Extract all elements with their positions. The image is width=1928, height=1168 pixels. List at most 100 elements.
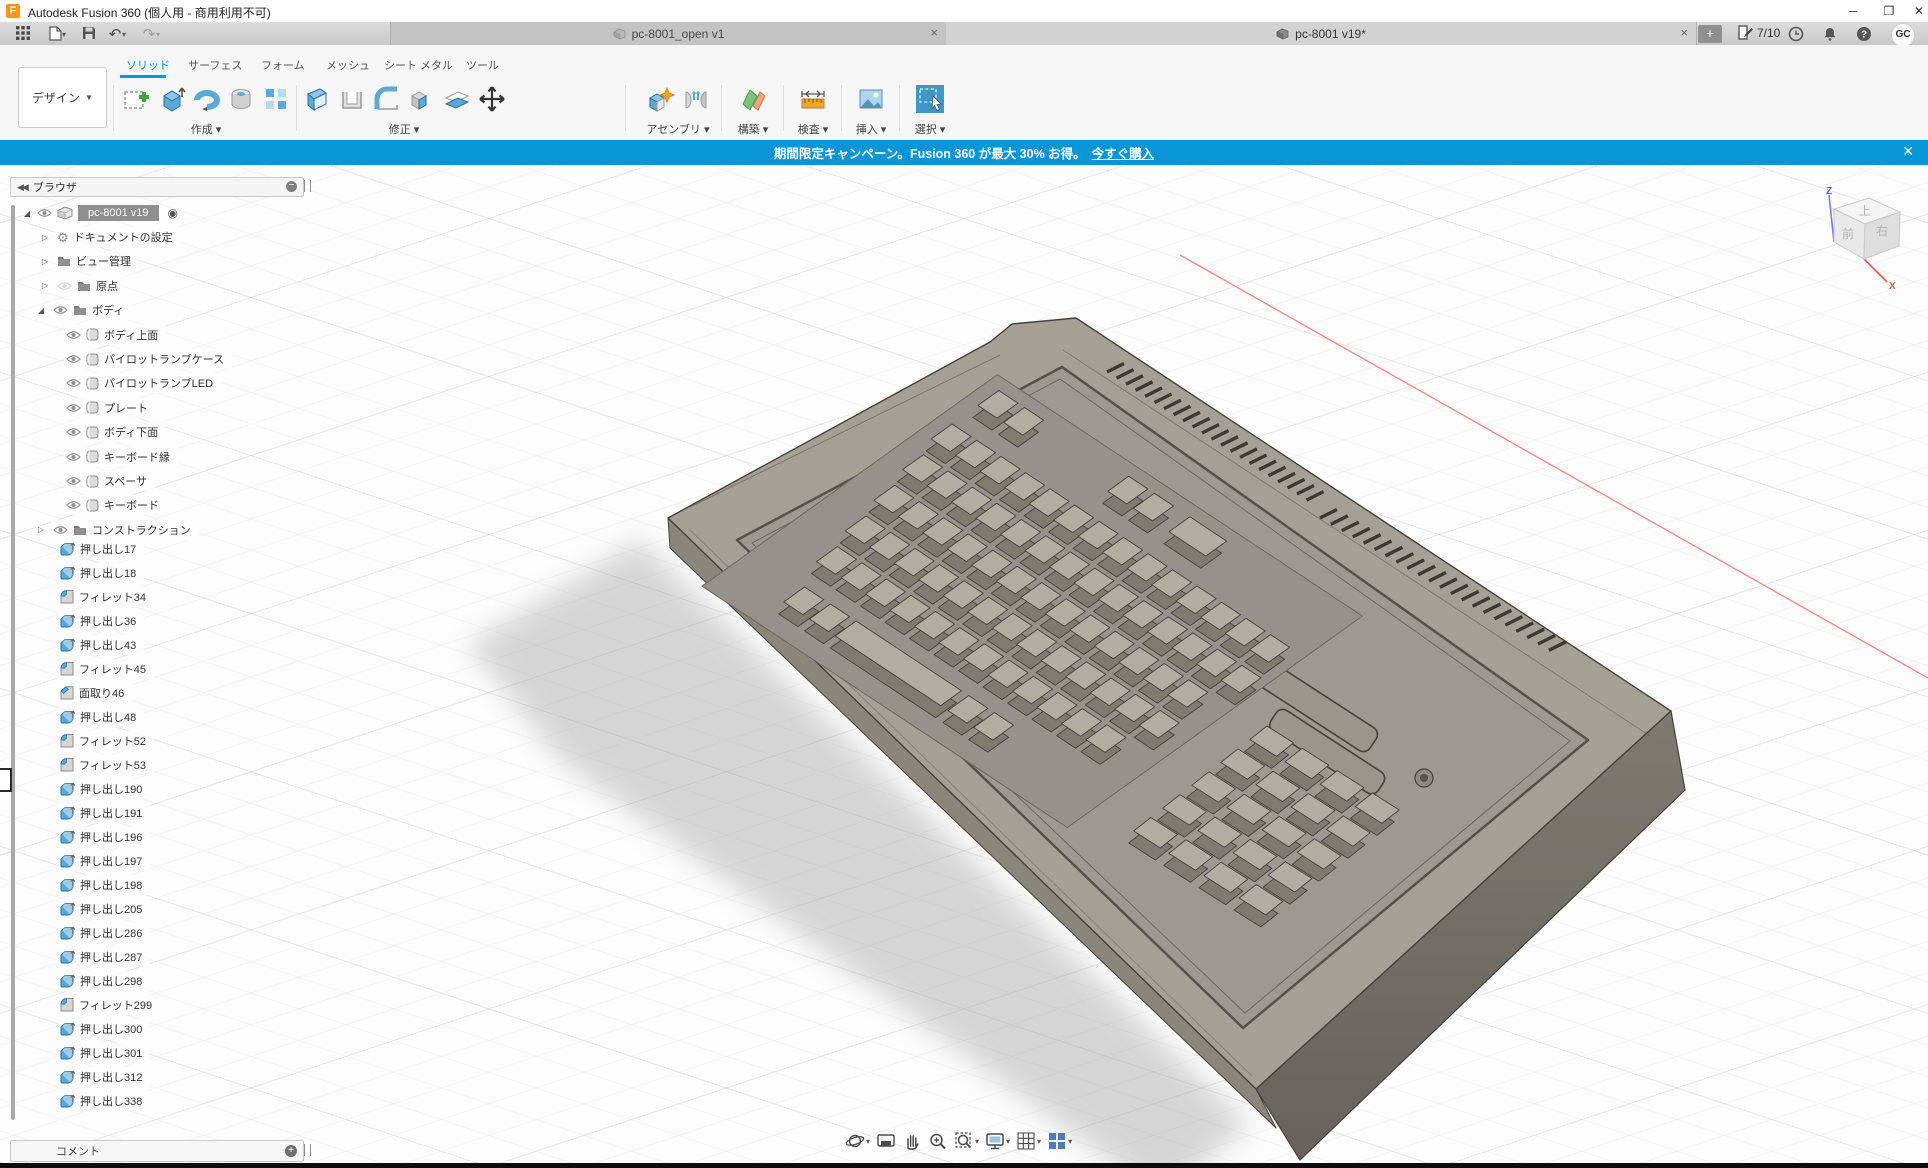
tree-item[interactable]: プレート (64, 397, 156, 419)
tree-item[interactable]: ボディ下面 (64, 421, 166, 443)
document-tab[interactable]: pc-8001_open v1 × (390, 22, 947, 45)
press-pull-icon[interactable] (301, 83, 333, 115)
expand-icon[interactable]: ▷ (40, 281, 50, 290)
restore-button[interactable]: ❐ (1874, 2, 1904, 20)
ribbon-tab-5[interactable]: シート メタル (384, 57, 453, 73)
select-icon[interactable] (914, 83, 946, 115)
visibility-eye-icon[interactable] (66, 452, 81, 462)
pattern-icon[interactable] (260, 83, 292, 115)
feature-row[interactable]: フィレット53 (58, 754, 154, 776)
joint-icon[interactable] (680, 83, 712, 115)
visibility-eye-icon[interactable] (66, 500, 81, 510)
feature-row[interactable]: 押し出し205 (58, 898, 150, 920)
close-button[interactable]: ✕ (1904, 2, 1928, 20)
move-icon[interactable] (476, 83, 508, 115)
grid-settings-icon[interactable]: ▾ (1016, 1131, 1041, 1151)
visibility-eye-icon[interactable] (66, 476, 81, 486)
ribbon-group-label[interactable]: 検査 ▾ (787, 121, 839, 137)
ribbon-group-label[interactable]: 作成 ▾ (118, 121, 294, 137)
pan-icon[interactable] (902, 1131, 922, 1151)
feature-row[interactable]: 押し出し286 (58, 922, 150, 944)
revolve-icon[interactable] (190, 83, 222, 115)
feature-row[interactable]: フィレット34 (58, 586, 154, 608)
feature-row[interactable]: 押し出し338 (58, 1090, 150, 1112)
tree-item[interactable]: パイロットランプLED (64, 372, 221, 394)
visibility-eye-icon[interactable] (53, 525, 68, 535)
tree-item[interactable]: ◢ボディ (36, 299, 132, 321)
tree-item[interactable]: ▷⚙ドキュメントの設定 (40, 226, 181, 248)
feature-row[interactable]: 押し出し196 (58, 826, 150, 848)
help-icon[interactable]: ? (1856, 26, 1874, 42)
ribbon-group-label[interactable]: 構築 ▾ (725, 121, 781, 137)
tree-item[interactable]: ▷原点 (40, 275, 126, 297)
ribbon-tab-3[interactable]: フォーム (261, 57, 305, 73)
feature-row[interactable]: 押し出し300 (58, 1018, 150, 1040)
tree-item[interactable]: ボディ上面 (64, 324, 166, 346)
extrude-icon[interactable] (155, 83, 187, 115)
feature-row[interactable]: フィレット299 (58, 994, 160, 1016)
file-menu-caret[interactable]: ▾ (62, 30, 66, 39)
visibility-eye-icon[interactable] (66, 354, 81, 364)
tree-item[interactable]: パイロットランプケース (64, 348, 232, 370)
viewcube-top-label[interactable]: 上 (1859, 204, 1871, 218)
tab-close-icon[interactable]: × (1680, 25, 1688, 41)
undo-caret[interactable]: ▾ (122, 30, 126, 39)
tree-item[interactable]: キーボード縁 (64, 446, 178, 468)
tree-item[interactable]: キーボード (64, 494, 167, 516)
feature-row[interactable]: 押し出し298 (58, 970, 150, 992)
expand-icon[interactable]: ◢ (36, 306, 46, 315)
minimize-button[interactable]: ─ (1838, 2, 1868, 20)
construction-plane-icon[interactable] (737, 83, 769, 115)
ribbon-tab-1[interactable]: ソリッド (126, 57, 170, 73)
combine-icon[interactable] (406, 83, 438, 115)
tree-item[interactable]: ▷ビュー管理 (40, 250, 139, 272)
fit-view-icon[interactable]: ▾ (954, 1131, 979, 1151)
feature-row[interactable]: 押し出し17 (58, 538, 144, 560)
hole-icon[interactable] (225, 83, 257, 115)
ribbon-tab-4[interactable]: メッシュ (326, 57, 370, 73)
browser-panel-header[interactable]: ◀◀ ブラウザ − (10, 177, 304, 197)
ribbon-group-label[interactable]: 挿入 ▾ (845, 121, 897, 137)
workspace-selector[interactable]: デザイン ▼ (18, 67, 107, 128)
activate-component-icon[interactable]: ◉ (168, 206, 178, 220)
document-tab-active[interactable]: pc-8001 v19* × (946, 22, 1697, 45)
browser-panel-grip[interactable] (304, 180, 311, 192)
visibility-eye-icon[interactable] (37, 208, 52, 218)
visibility-eye-icon[interactable] (66, 403, 81, 413)
viewcube-front-label[interactable]: 前 (1842, 226, 1854, 241)
offset-icon[interactable] (441, 83, 473, 115)
feature-row[interactable]: 押し出し36 (58, 610, 144, 632)
feature-row[interactable]: フィレット45 (58, 658, 154, 680)
feature-row[interactable]: 押し出し197 (58, 850, 150, 872)
visibility-eye-icon[interactable] (53, 305, 68, 315)
feature-row[interactable]: フィレット52 (58, 730, 154, 752)
view-cube[interactable]: Z X 上 前 右 (1805, 185, 1920, 295)
feature-row[interactable]: 押し出し18 (58, 562, 144, 584)
redo-caret[interactable]: ▾ (156, 30, 160, 39)
zoom-icon[interactable] (928, 1131, 948, 1151)
measure-icon[interactable] (797, 83, 829, 115)
expand-icon[interactable]: ▷ (40, 233, 50, 242)
save-icon[interactable] (78, 25, 100, 42)
job-status-badge[interactable]: 7/10 (1738, 25, 1780, 40)
new-component-icon[interactable] (645, 83, 677, 115)
feature-row[interactable]: 押し出し198 (58, 874, 150, 896)
comments-panel-grip[interactable] (304, 1144, 311, 1156)
viewcube-right-label[interactable]: 右 (1876, 223, 1888, 238)
add-comment-icon[interactable]: + (285, 1145, 297, 1157)
collapse-panel-icon[interactable]: ◀◀ (17, 182, 27, 193)
ribbon-group-label[interactable]: 選択 ▾ (903, 121, 957, 137)
visibility-eye-icon[interactable] (66, 378, 81, 388)
browser-scrollbar[interactable] (11, 205, 15, 1120)
ribbon-tab-2[interactable]: サーフェス (188, 57, 242, 73)
create-sketch-icon[interactable] (120, 83, 152, 115)
expand-icon[interactable]: ▷ (36, 525, 46, 534)
browser-root-row[interactable]: ◢pc-8001 v19◉ (22, 202, 178, 224)
feature-row[interactable]: 押し出し190 (58, 778, 150, 800)
viewports-icon[interactable]: ▾ (1047, 1131, 1072, 1151)
app-menu-icon[interactable] (12, 25, 34, 42)
tree-item[interactable]: スペーサ (64, 470, 155, 492)
shell-icon[interactable] (336, 83, 368, 115)
feature-row[interactable]: 押し出し287 (58, 946, 150, 968)
notifications-bell-icon[interactable] (1822, 26, 1840, 42)
